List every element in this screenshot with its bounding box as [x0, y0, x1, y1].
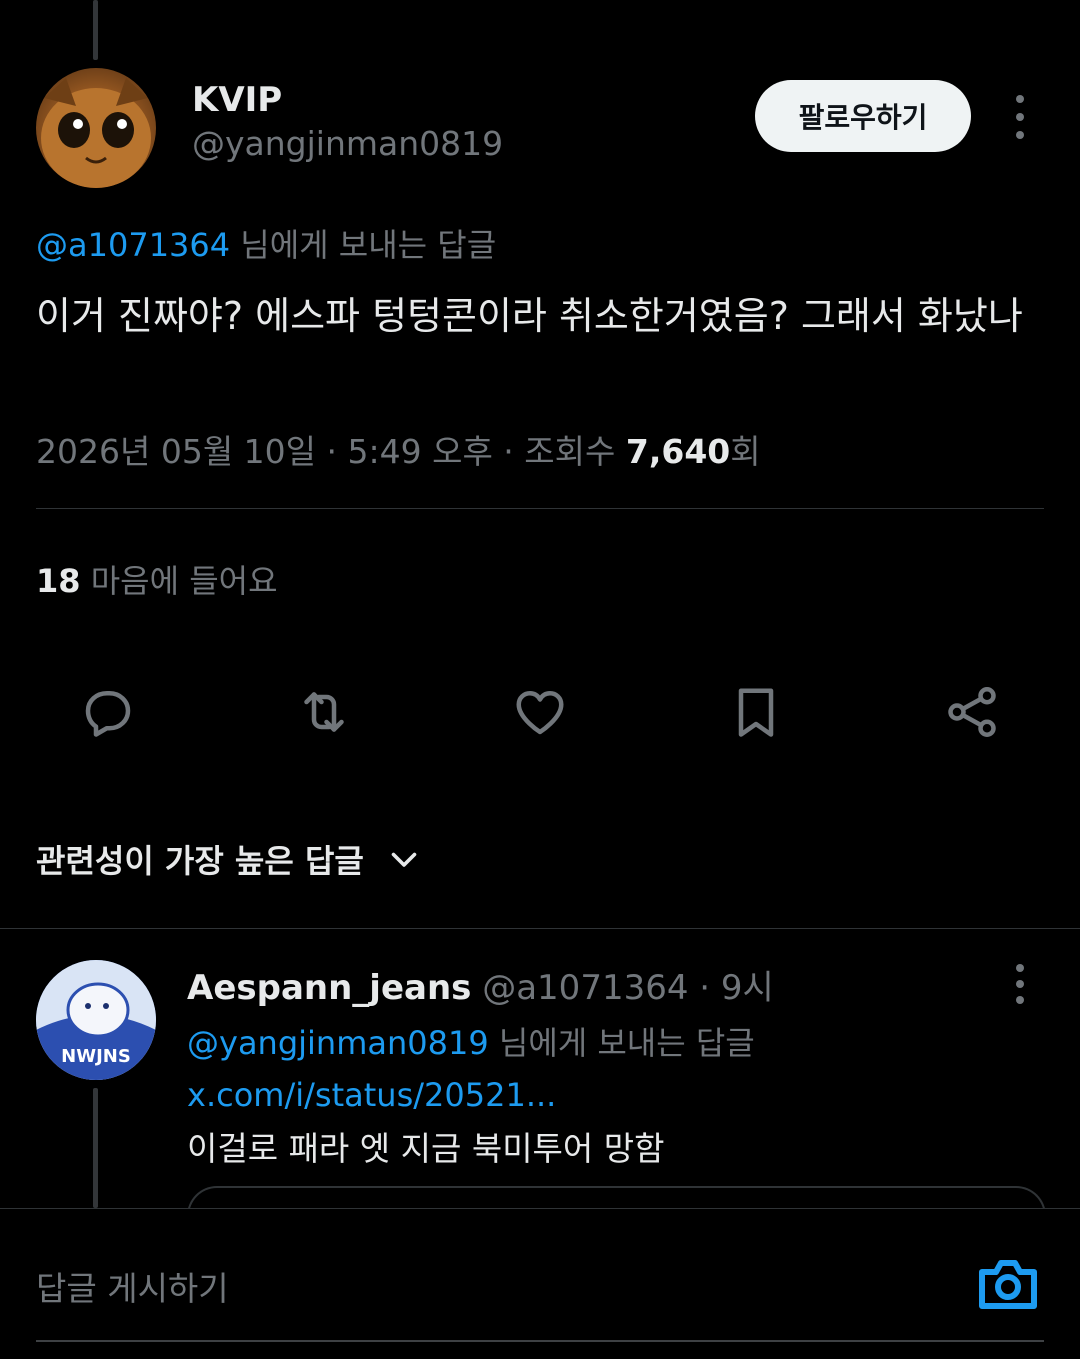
reply-author-avatar[interactable]: NWJNS: [36, 960, 156, 1080]
author-avatar[interactable]: [36, 68, 156, 188]
view-count-suffix: 회: [730, 432, 761, 471]
tweet-meta: 2026년 05월 10일 · 5:49 오후 · 조회수 7,640회: [36, 425, 761, 473]
like-count: 18: [36, 562, 81, 600]
reply-to-suffix: 님에게 보내는 답글: [230, 226, 497, 264]
chevron-down-icon: [386, 841, 422, 877]
thread-connector-line: [93, 0, 98, 60]
follow-button[interactable]: 팔로우하기: [755, 80, 971, 152]
reply-author-handle[interactable]: @a1071364: [471, 968, 688, 1008]
divider: [36, 508, 1044, 509]
reply-more-options-icon[interactable]: [1004, 964, 1036, 1004]
reply-sort-selector[interactable]: 관련성이 가장 높은 답글: [36, 836, 422, 882]
more-options-icon[interactable]: [1004, 95, 1036, 139]
camera-icon[interactable]: [976, 1254, 1040, 1314]
reply-icon[interactable]: [76, 680, 140, 744]
share-icon[interactable]: [940, 680, 1004, 744]
reply-header: Aespann_jeans @a1071364 · 9시: [187, 960, 774, 1009]
divider: [0, 928, 1080, 929]
heart-icon[interactable]: [508, 680, 572, 744]
tweet-text: 이거 진짜야? 에스파 텅텅콘이라 취소한거였음? 그래서 화났나: [36, 294, 1023, 338]
reply-context: @yangjinman0819 님에게 보내는 답글: [187, 1018, 755, 1064]
reply-text: 이걸로 패라 엣 지금 북미투어 망함: [187, 1129, 665, 1168]
thread-connector-line: [93, 1088, 98, 1208]
like-label: 마음에 들어요: [80, 562, 278, 600]
likes-summary[interactable]: 18 마음에 들어요: [36, 556, 278, 602]
reply-input[interactable]: 답글 게시하기: [36, 1262, 229, 1310]
view-count: 7,640: [625, 432, 731, 471]
reply-to-mention[interactable]: @a1071364: [36, 226, 230, 264]
bookmark-icon[interactable]: [724, 680, 788, 744]
svg-text:NWJNS: NWJNS: [61, 1046, 131, 1067]
tweet-timestamp[interactable]: 2026년 05월 10일 · 5:49 오후 · 조회수: [36, 432, 626, 471]
reply-link[interactable]: x.com/i/status/20521...: [187, 1076, 556, 1114]
sort-label: 관련성이 가장 높은 답글: [36, 842, 364, 880]
author-handle[interactable]: @yangjinman0819: [192, 124, 503, 163]
reply-author-name[interactable]: Aespann_jeans: [187, 968, 471, 1008]
reply-to-suffix: 님에게 보내는 답글: [488, 1024, 755, 1062]
reply-to-mention[interactable]: @yangjinman0819: [187, 1024, 489, 1062]
author-name[interactable]: KVIP: [192, 80, 282, 120]
reply-context: @a1071364 님에게 보내는 답글: [36, 220, 496, 266]
composer-underline: [36, 1340, 1044, 1342]
reply-time: · 9시: [688, 968, 774, 1008]
retweet-icon[interactable]: [292, 680, 356, 744]
